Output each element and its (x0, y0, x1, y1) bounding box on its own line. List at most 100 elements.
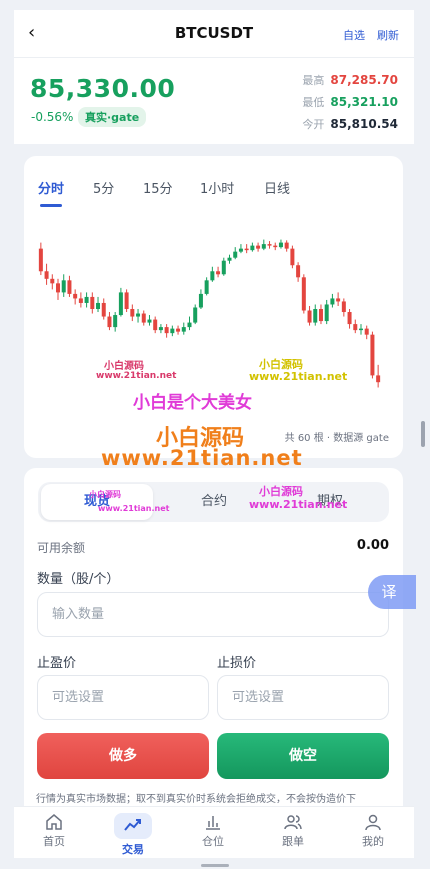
candle-body (267, 244, 272, 246)
balance-label: 可用余额 (37, 541, 86, 555)
watermark-1: 小白源码 (104, 361, 144, 372)
candle-body (50, 278, 55, 284)
watermark-2-url: www.21tian.net (249, 370, 348, 383)
tab-copy-trade-label: 跟单 (282, 835, 304, 848)
trend-icon (114, 813, 152, 839)
candle-body (284, 242, 289, 249)
tab-trade-label: 交易 (122, 843, 144, 856)
candle-body (147, 319, 152, 323)
candle-body (238, 248, 243, 252)
candle-body (187, 322, 192, 328)
active-tab-indicator (40, 204, 62, 207)
tab-daily[interactable]: 日线 (264, 178, 290, 197)
candlestick-chart[interactable] (24, 216, 403, 416)
candle-body (318, 309, 323, 322)
low-value: 85,321.10 (330, 95, 398, 109)
candle-body (221, 260, 226, 275)
candle-body (38, 248, 43, 272)
candle-body (61, 280, 66, 293)
candle-body (341, 301, 346, 313)
tab-1hour[interactable]: 1小时 (200, 178, 234, 197)
home-icon (46, 814, 62, 830)
candle-body (158, 327, 163, 331)
high-label: 最高 (302, 74, 325, 87)
quote-panel: 85,330.00 -0.56% 真实·gate 最高 87,285.70 最低 8… (14, 58, 414, 144)
candle-body (44, 271, 49, 279)
candle-body (301, 277, 306, 311)
quantity-label: 数量（股/个） (37, 572, 120, 587)
tab-timeshare[interactable]: 分时 (38, 178, 64, 197)
candle-body (118, 292, 123, 316)
candle-body (376, 375, 381, 383)
candle-body (96, 302, 101, 309)
candle-body (261, 244, 266, 249)
short-button[interactable]: 做空 (217, 733, 389, 779)
users-icon (284, 815, 302, 830)
watermark-5-url: www.21tian.net (98, 504, 170, 513)
candle-body (73, 293, 78, 299)
low-label: 最低 (302, 96, 325, 109)
tab-copy-trade[interactable]: 跟单 (263, 813, 323, 849)
candle-body (290, 248, 295, 266)
tab-home-label: 首页 (43, 835, 65, 848)
candle-body (370, 334, 375, 376)
candle-body (347, 312, 352, 325)
candle-body (198, 293, 203, 308)
candle-body (324, 304, 329, 322)
source-badge: 真实·gate (78, 107, 147, 127)
quantity-input[interactable] (37, 592, 389, 637)
tab-profile[interactable]: 我的 (343, 813, 403, 849)
tab-15min[interactable]: 15分 (143, 178, 173, 197)
candle-body (244, 248, 249, 251)
open-label: 今开 (302, 118, 325, 131)
watermark-5: 小白源码 (89, 490, 121, 499)
watermark-3: 小白是个大美女 (133, 393, 252, 413)
candle-body (210, 271, 215, 281)
candle-body (353, 324, 358, 331)
candle-body (256, 245, 261, 249)
favorite-button[interactable]: 自选 (343, 27, 365, 43)
bar-chart-icon (206, 816, 220, 830)
bottom-tab-bar: 首页 交易 仓位 跟单 我的 (14, 806, 414, 858)
candle-body (113, 315, 118, 328)
user-icon (365, 814, 381, 831)
tab-home[interactable]: 首页 (24, 813, 84, 849)
translate-button[interactable]: 译 (368, 575, 416, 609)
candle-body (164, 327, 169, 334)
candle-body (216, 271, 221, 275)
top-bar: ‹ BTCUSDT 自选 刷新 (14, 10, 414, 58)
low-row: 最低 85,321.10 (302, 94, 398, 110)
candle-body (278, 242, 283, 248)
take-profit-label: 止盈价 (37, 656, 77, 671)
candle-body (336, 298, 341, 302)
stop-loss-input[interactable] (217, 675, 389, 720)
candle-body (67, 280, 72, 294)
tab-trade[interactable]: 交易 (103, 813, 163, 857)
long-button[interactable]: 做多 (37, 733, 209, 779)
high-row: 最高 87,285.70 (302, 72, 398, 88)
tab-positions[interactable]: 仓位 (183, 813, 243, 849)
candle-body (170, 328, 175, 334)
candle-body (101, 302, 106, 317)
candle-body (176, 328, 181, 332)
balance-value: 0.00 (356, 538, 389, 553)
candle-body (141, 313, 146, 323)
watermark-1-url: www.21tian.net (96, 371, 177, 381)
candle-body (330, 298, 335, 305)
last-price: 85,330.00 (30, 74, 176, 103)
candle-body (130, 309, 135, 317)
tab-positions-label: 仓位 (202, 835, 224, 848)
translate-icon: 译 (381, 583, 397, 601)
chart-note: 共 60 根 · 数据源 gate (284, 433, 389, 444)
candle-body (233, 251, 238, 258)
candle-body (358, 328, 363, 331)
scroll-handle[interactable] (421, 421, 425, 447)
candle-body (90, 296, 95, 309)
stop-loss-label: 止损价 (217, 656, 257, 671)
home-indicator (201, 864, 229, 867)
price-change: -0.56% (31, 110, 74, 124)
take-profit-input[interactable] (37, 675, 209, 720)
tab-5min[interactable]: 5分 (93, 178, 114, 197)
candle-body (107, 316, 112, 328)
refresh-button[interactable]: 刷新 (377, 27, 399, 43)
